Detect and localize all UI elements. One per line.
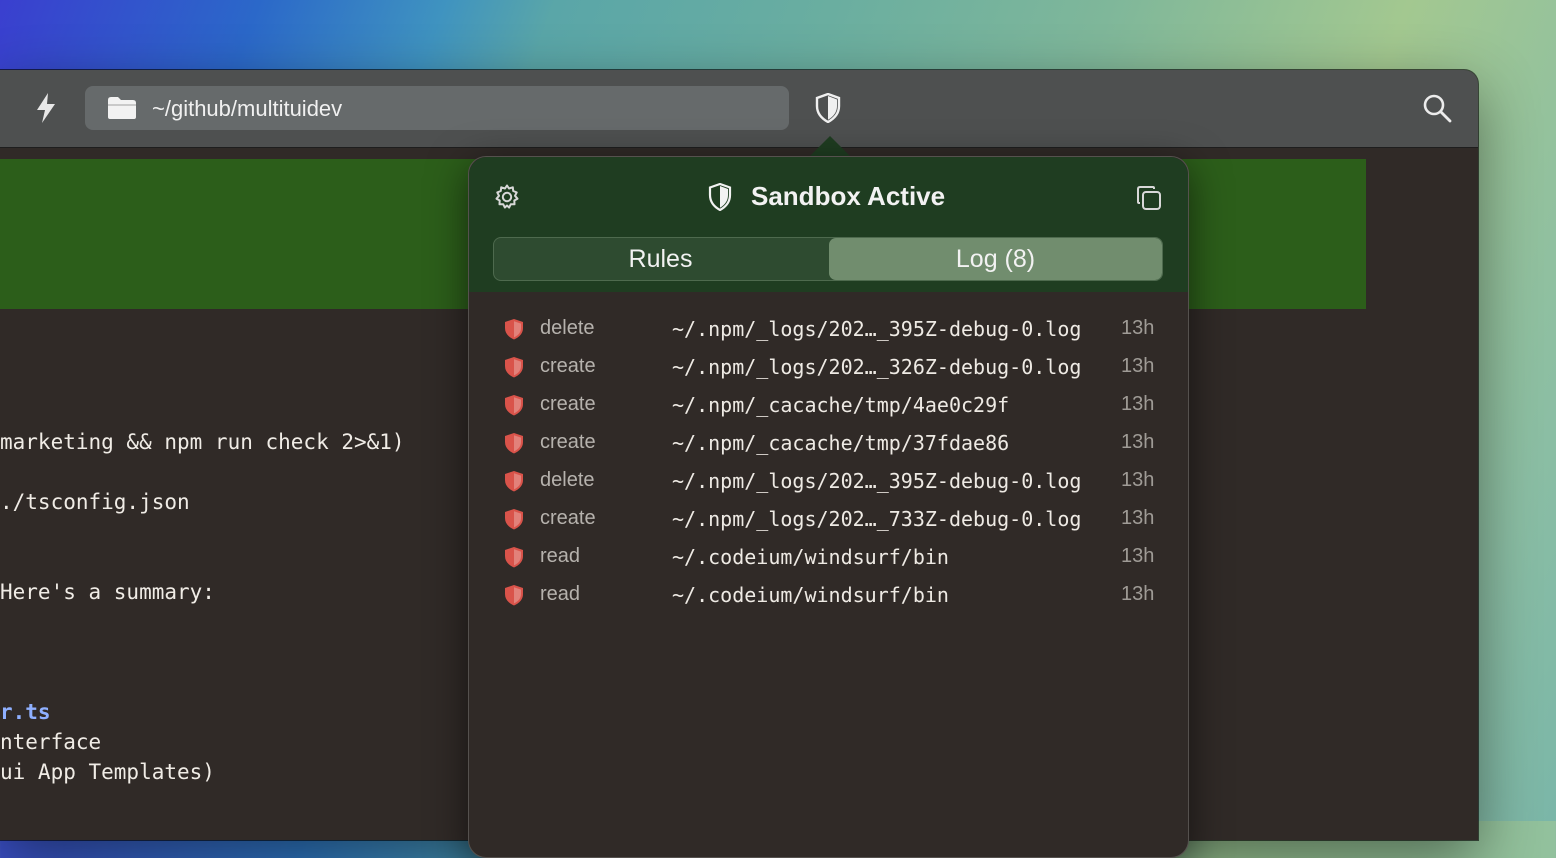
log-path: ~/.npm/_logs/202…_395Z-debug-0.log <box>672 317 1082 341</box>
log-row[interactable]: read ~/.codeium/windsurf/bin 13h <box>469 538 1188 576</box>
log-row[interactable]: create ~/.npm/_cacache/tmp/4ae0c29f 13h <box>469 386 1188 424</box>
log-path: ~/.codeium/windsurf/bin <box>672 583 949 607</box>
popover-arrow <box>808 136 852 158</box>
log-path: ~/.npm/_cacache/tmp/37fdae86 <box>672 431 1010 455</box>
log-action: create <box>540 507 596 529</box>
path-text: ~/github/multituidev <box>152 96 343 121</box>
log-path: ~/.npm/_logs/202…_326Z-debug-0.log <box>672 355 1082 379</box>
folder-icon <box>108 97 136 119</box>
log-time: 13h <box>1121 507 1155 529</box>
shield-icon <box>504 356 524 378</box>
log-action: delete <box>540 317 595 339</box>
log-time: 13h <box>1121 545 1155 567</box>
log-row[interactable]: read ~/.codeium/windsurf/bin 13h <box>469 576 1188 614</box>
tab-rules[interactable]: Rules <box>494 238 827 280</box>
log-action: read <box>540 545 581 567</box>
shield-icon <box>504 584 524 606</box>
log-time: 13h <box>1121 469 1155 491</box>
log-row[interactable]: delete ~/.npm/_logs/202…_395Z-debug-0.log… <box>469 310 1188 348</box>
tab-control: Rules Log (8) <box>493 237 1163 281</box>
shield-icon <box>504 394 524 416</box>
toolbar: ~/github/multituidev <box>0 70 1478 148</box>
bolt-icon[interactable] <box>33 92 59 124</box>
log-path: ~/.codeium/windsurf/bin <box>672 545 949 569</box>
shield-icon[interactable] <box>815 93 841 123</box>
log-row[interactable]: create ~/.npm/_logs/202…_326Z-debug-0.log… <box>469 348 1188 386</box>
log-path: ~/.npm/_cacache/tmp/4ae0c29f <box>672 393 1010 417</box>
log-path: ~/.npm/_logs/202…_733Z-debug-0.log <box>672 507 1082 531</box>
log-time: 13h <box>1121 317 1155 339</box>
path-field[interactable]: ~/github/multituidev <box>85 86 789 130</box>
log-row[interactable]: delete ~/.npm/_logs/202…_395Z-debug-0.log… <box>469 462 1188 500</box>
shield-icon <box>504 432 524 454</box>
tab-log[interactable]: Log (8) <box>829 238 1162 280</box>
log-path: ~/.npm/_logs/202…_395Z-debug-0.log <box>672 469 1082 493</box>
log-time: 13h <box>1121 393 1155 415</box>
log-row[interactable]: create ~/.npm/_logs/202…_733Z-debug-0.log… <box>469 500 1188 538</box>
log-action: delete <box>540 469 595 491</box>
terminal-line: ./tsconfig.json <box>0 490 190 514</box>
log-action: read <box>540 583 581 605</box>
log-time: 13h <box>1121 583 1155 605</box>
log-action: create <box>540 355 596 377</box>
search-icon[interactable] <box>1421 92 1453 124</box>
log-time: 13h <box>1121 355 1155 377</box>
shield-icon <box>504 508 524 530</box>
terminal-line: marketing && npm run check 2>&1) <box>0 430 405 454</box>
log-action: create <box>540 393 596 415</box>
terminal-line: ui App Templates) <box>0 760 215 784</box>
terminal-line: Here's a summary: <box>0 580 215 604</box>
terminal-line: nterface <box>0 730 102 754</box>
gear-icon[interactable] <box>493 183 521 211</box>
terminal-line: r.ts <box>0 700 51 724</box>
shield-icon <box>504 546 524 568</box>
log-row[interactable]: create ~/.npm/_cacache/tmp/37fdae86 13h <box>469 424 1188 462</box>
shield-icon <box>504 318 524 340</box>
popover-header: Sandbox Active Rules Log (8) <box>469 157 1188 292</box>
log-time: 13h <box>1121 431 1155 453</box>
shield-icon <box>504 470 524 492</box>
copy-icon[interactable] <box>1135 184 1163 212</box>
log-action: create <box>540 431 596 453</box>
shield-icon <box>708 183 732 211</box>
popover-title: Sandbox Active <box>751 181 946 211</box>
sandbox-popover: Sandbox Active Rules Log (8) delete ~/.np… <box>468 156 1189 858</box>
